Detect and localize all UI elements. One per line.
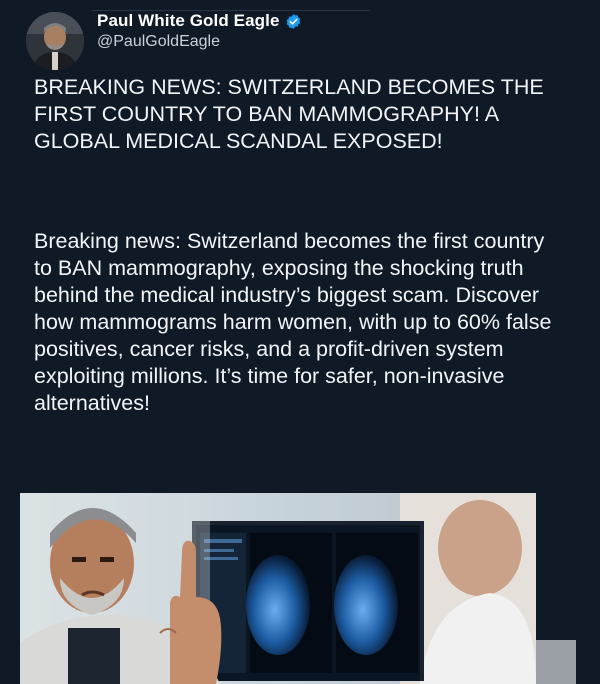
mammography-scene-image xyxy=(20,493,536,684)
post-headline: BREAKING NEWS: SWITZERLAND BECOMES THE F… xyxy=(34,75,544,153)
author-name-row: Paul White Gold Eagle xyxy=(97,10,302,32)
verified-badge-icon xyxy=(285,13,302,30)
post-card: Paul White Gold Eagle @PaulGoldEagle BRE… xyxy=(0,0,600,684)
author-display-name[interactable]: Paul White Gold Eagle xyxy=(97,11,280,31)
post-body: Breaking news: Switzerland becomes the f… xyxy=(34,229,552,415)
author-avatar[interactable] xyxy=(26,12,84,70)
background-panel xyxy=(536,640,576,684)
post-media-image[interactable] xyxy=(20,493,536,684)
author-handle[interactable]: @PaulGoldEagle xyxy=(97,33,220,51)
avatar-image xyxy=(26,12,84,70)
